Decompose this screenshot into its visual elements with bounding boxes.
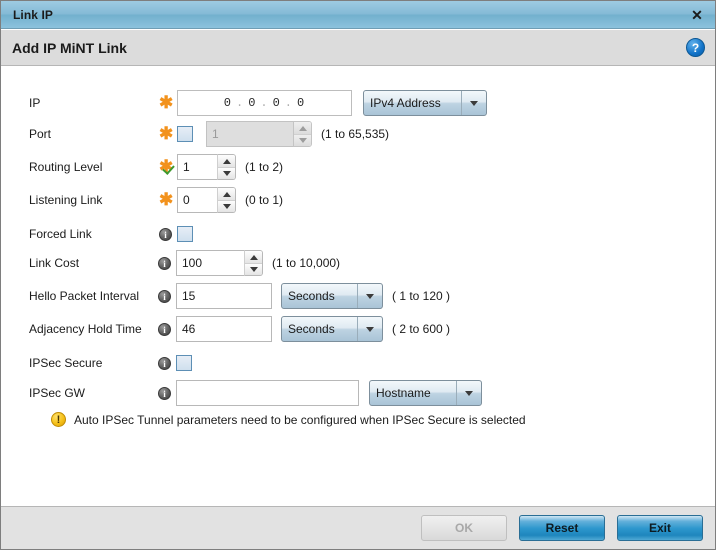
ip-octet-1: 0 — [223, 96, 232, 110]
routing-level-spinner-down[interactable] — [218, 167, 235, 179]
listening-link-spinner-buttons[interactable] — [217, 187, 236, 213]
listening-link-range-hint: (0 to 1) — [245, 193, 284, 207]
required-asterisk-icon: ✱ — [159, 190, 174, 209]
link-cost-stepper[interactable] — [176, 250, 263, 276]
routing-level-spinner-buttons[interactable] — [217, 154, 236, 180]
listening-link-stepper[interactable] — [177, 187, 236, 213]
info-icon[interactable]: i — [158, 289, 171, 303]
controls-ip: ✱ 0 . 0 . 0 . 0 IPv4 Address — [159, 90, 487, 116]
ipsec-warning: ! Auto IPSec Tunnel parameters need to b… — [51, 412, 526, 427]
controls-link-cost: i (1 to 10,000) — [158, 250, 340, 276]
adjacency-hold-time-range-hint: ( 2 to 600 ) — [392, 322, 451, 336]
forced-link-checkbox[interactable] — [177, 226, 193, 242]
ipsec-gw-type-dropdown[interactable]: Hostname — [369, 380, 482, 406]
chevron-down-icon — [357, 317, 382, 341]
hello-packet-interval-unit-dropdown[interactable]: Seconds — [281, 283, 383, 309]
ip-octet-2: 0 — [248, 96, 257, 110]
info-icon[interactable]: i — [158, 386, 171, 400]
chevron-down-icon — [461, 91, 486, 115]
warning-icon: ! — [51, 412, 66, 427]
close-icon[interactable]: ✕ — [689, 7, 705, 23]
info-icon[interactable]: i — [158, 322, 171, 336]
required-asterisk-valid-icon: ✱ — [159, 157, 174, 176]
warning-text: Auto IPSec Tunnel parameters need to be … — [74, 412, 526, 427]
ip-octet-3: 0 — [272, 96, 281, 110]
window-title: Link IP — [13, 7, 54, 22]
exit-button[interactable]: Exit — [617, 515, 703, 541]
ipsec-gw-type-value: Hostname — [376, 386, 431, 400]
listening-link-spinner-up[interactable] — [218, 188, 235, 200]
controls-adjacency-hold-time: i Seconds ( 2 to 600 ) — [158, 316, 450, 342]
ipsec-secure-checkbox[interactable] — [176, 355, 192, 371]
title-bar: Link IP ✕ — [1, 1, 715, 29]
row-listening-link: Listening Link ✱ (0 to 1) — [1, 186, 715, 214]
ok-button[interactable]: OK — [421, 515, 507, 541]
row-routing-level: Routing Level ✱ (1 to 2) — [1, 153, 715, 181]
help-icon[interactable]: ? — [686, 38, 705, 57]
link-cost-input[interactable] — [176, 250, 244, 276]
link-cost-spinner-up[interactable] — [245, 251, 262, 263]
adjacency-hold-time-unit-value: Seconds — [288, 322, 335, 336]
routing-level-range-hint: (1 to 2) — [245, 160, 284, 174]
ip-type-value: IPv4 Address — [370, 96, 441, 110]
port-enable-checkbox[interactable] — [177, 126, 193, 142]
controls-port: ✱ (1 to 65,535) — [159, 121, 389, 147]
ip-separator: . — [284, 96, 293, 110]
row-forced-link: Forced Link i — [1, 220, 715, 248]
dialog-window: Link IP ✕ Add IP MiNT Link ? IP ✱ 0 . 0 … — [0, 0, 716, 550]
ip-type-dropdown[interactable]: IPv4 Address — [363, 90, 487, 116]
row-adjacency-hold-time: Adjacency Hold Time i Seconds ( 2 to 600… — [1, 315, 715, 343]
ip-octet-4: 0 — [297, 96, 306, 110]
info-icon[interactable]: i — [158, 256, 171, 270]
link-cost-spinner-down[interactable] — [245, 263, 262, 275]
adjacency-hold-time-input[interactable] — [176, 316, 272, 342]
row-ip: IP ✱ 0 . 0 . 0 . 0 IPv4 Address — [1, 89, 715, 117]
listening-link-input[interactable] — [177, 187, 217, 213]
row-link-cost: Link Cost i (1 to 10,000) — [1, 249, 715, 277]
hello-packet-interval-range-hint: ( 1 to 120 ) — [392, 289, 451, 303]
controls-routing-level: ✱ (1 to 2) — [159, 154, 283, 180]
row-ipsec-gw: IPSec GW i Hostname — [1, 379, 715, 407]
routing-level-stepper[interactable] — [177, 154, 236, 180]
controls-forced-link: i — [159, 226, 193, 242]
ipsec-gw-input[interactable] — [176, 380, 359, 406]
port-spinner-buttons[interactable] — [293, 121, 312, 147]
port-spinner-up[interactable] — [294, 122, 311, 134]
controls-hello-packet-interval: i Seconds ( 1 to 120 ) — [158, 283, 450, 309]
row-ipsec-secure: IPSec Secure i — [1, 349, 715, 377]
routing-level-spinner-up[interactable] — [218, 155, 235, 167]
port-input[interactable] — [206, 121, 293, 147]
row-port: Port ✱ (1 to 65,535) — [1, 120, 715, 148]
ip-address-input[interactable]: 0 . 0 . 0 . 0 — [177, 90, 352, 116]
port-spinner-down[interactable] — [294, 134, 311, 146]
ip-separator: . — [235, 96, 245, 110]
chevron-down-icon — [456, 381, 481, 405]
required-asterisk-icon: ✱ — [159, 93, 174, 112]
info-icon[interactable]: i — [158, 356, 171, 370]
dialog-footer: OK Reset Exit — [1, 506, 715, 549]
chevron-down-icon — [357, 284, 382, 308]
link-cost-spinner-buttons[interactable] — [244, 250, 263, 276]
info-icon[interactable]: i — [159, 227, 172, 241]
ip-separator: . — [260, 96, 269, 110]
form-body: IP ✱ 0 . 0 . 0 . 0 IPv4 Address Port ✱ 1… — [1, 67, 715, 507]
row-hello-packet-interval: Hello Packet Interval i Seconds ( 1 to 1… — [1, 282, 715, 310]
listening-link-spinner-down[interactable] — [218, 200, 235, 212]
adjacency-hold-time-unit-dropdown[interactable]: Seconds — [281, 316, 383, 342]
port-range-hint: (1 to 65,535) — [321, 127, 390, 141]
controls-ipsec-secure: i — [158, 355, 192, 371]
link-cost-range-hint: (1 to 10,000) — [272, 256, 341, 270]
required-asterisk-icon: ✱ — [159, 124, 174, 143]
controls-listening-link: ✱ (0 to 1) — [159, 187, 283, 213]
hello-packet-interval-input[interactable] — [176, 283, 272, 309]
controls-ipsec-gw: i Hostname — [158, 380, 482, 406]
page-title: Add IP MiNT Link — [12, 39, 127, 56]
dialog-header: Add IP MiNT Link ? — [1, 30, 715, 66]
hello-packet-interval-unit-value: Seconds — [288, 289, 335, 303]
routing-level-input[interactable] — [177, 154, 217, 180]
reset-button[interactable]: Reset — [519, 515, 605, 541]
port-stepper[interactable] — [206, 121, 312, 147]
